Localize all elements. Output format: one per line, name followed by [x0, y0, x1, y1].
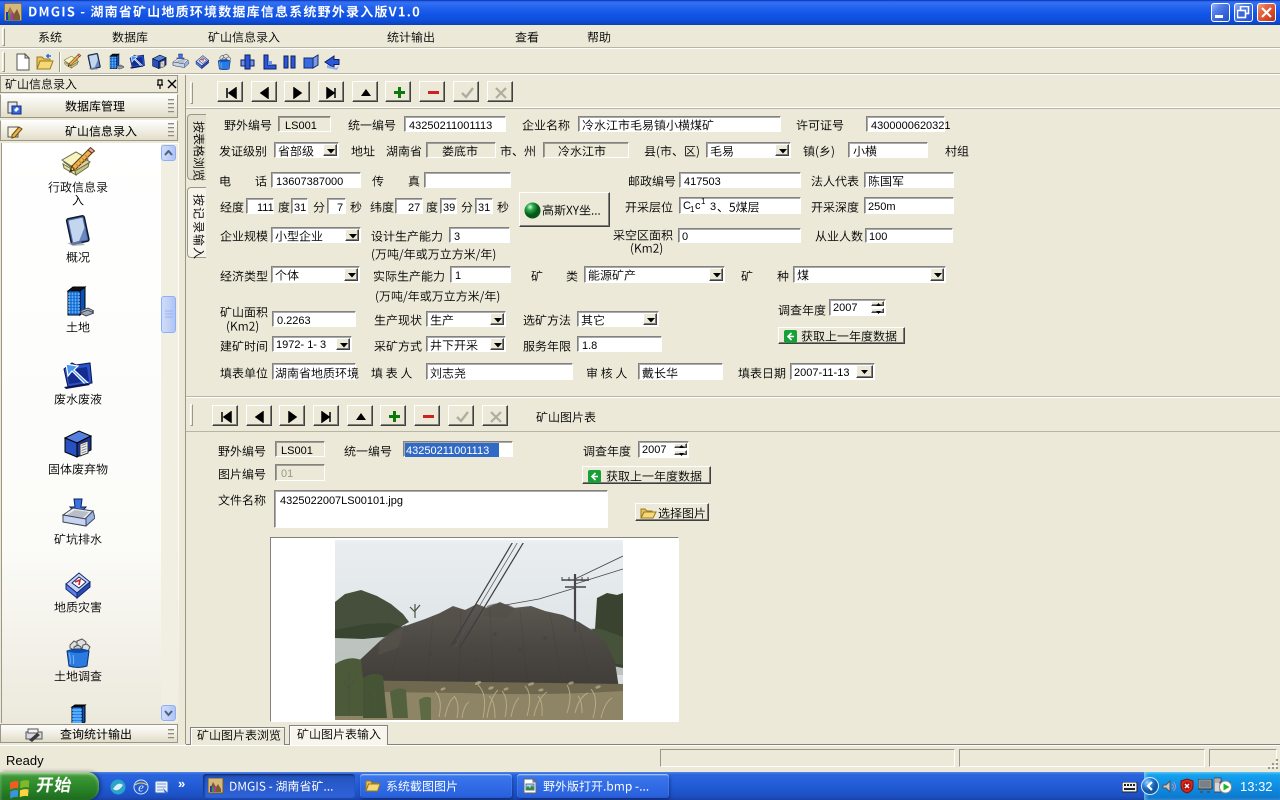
- svg-text:e: e: [138, 780, 144, 795]
